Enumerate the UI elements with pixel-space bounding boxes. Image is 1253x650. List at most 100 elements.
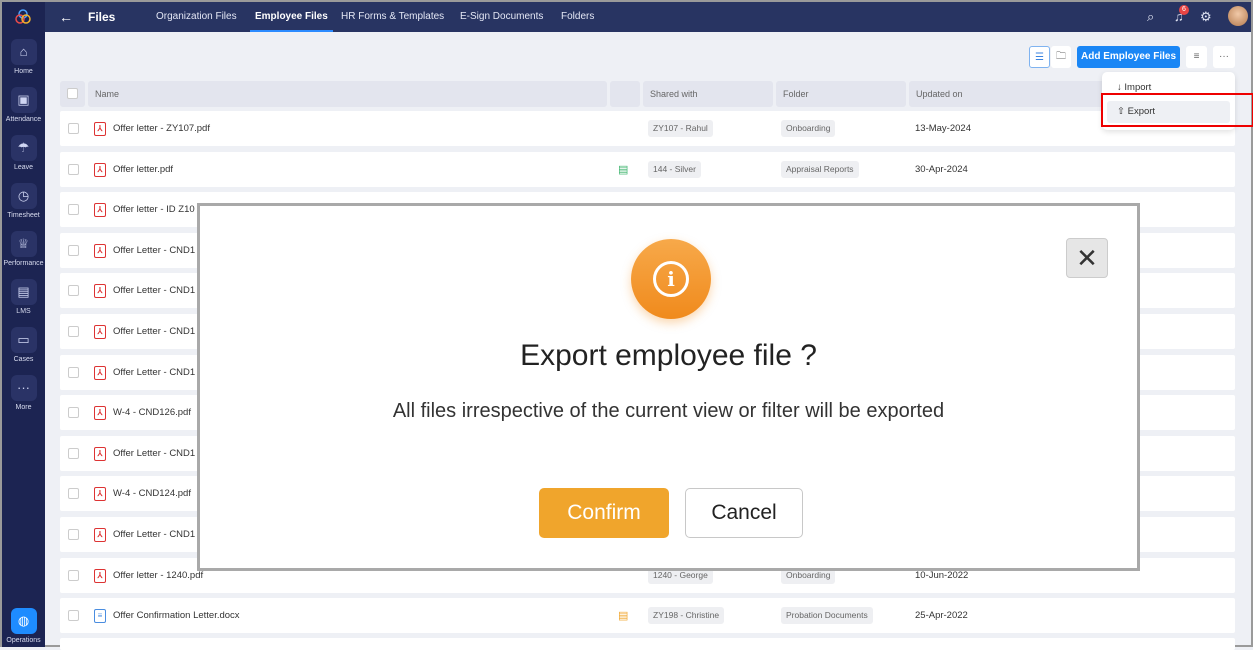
add-employee-files-button[interactable]: Add Employee Files: [1077, 46, 1180, 68]
file-name[interactable]: Offer Letter - CND1: [113, 245, 195, 256]
page-title: Files: [88, 10, 116, 24]
row-checkbox[interactable]: [68, 204, 79, 216]
sidebar-item-label: Home: [14, 68, 33, 75]
column-updated-on[interactable]: Updated on: [909, 81, 1109, 107]
close-button[interactable]: ✕: [1066, 238, 1108, 278]
folder-view-icon[interactable]: 🗀: [1051, 46, 1071, 68]
timesheet-icon: ◷: [10, 183, 37, 209]
tab-employee-files[interactable]: Employee Files: [250, 11, 333, 32]
doc-file-icon: ≡: [94, 609, 106, 624]
column-name[interactable]: Name: [88, 81, 607, 107]
pdf-file-icon: ⅄: [94, 568, 106, 583]
file-name[interactable]: Offer letter.pdf: [113, 164, 173, 175]
table-row[interactable]: ⅄ Offer letter.pdf ▤ 144 - Silver Appraisal…: [60, 151, 1235, 187]
signed-status-icon: ▤: [618, 163, 629, 176]
sidebar-item-more[interactable]: ··· More: [2, 375, 45, 411]
file-name[interactable]: Offer Letter - CND1: [113, 448, 195, 459]
file-name[interactable]: Offer Letter - CND1: [113, 285, 195, 296]
row-checkbox[interactable]: [68, 447, 79, 459]
top-bar: ← Files Organization Files Employee File…: [45, 2, 1251, 32]
row-checkbox[interactable]: [68, 610, 79, 622]
list-view-icon[interactable]: ☰: [1029, 46, 1050, 68]
tab-hr-forms[interactable]: HR Forms & Templates: [341, 11, 444, 22]
leave-icon: ☂: [10, 135, 37, 161]
pdf-file-icon: ⅄: [94, 122, 106, 136]
sidebar-item-performance[interactable]: ♕ Performance: [2, 231, 45, 267]
attendance-icon: ▣: [10, 87, 37, 113]
file-name[interactable]: Offer letter - 1240.pdf: [113, 570, 203, 581]
sidebar-item-timesheet[interactable]: ◷ Timesheet: [2, 183, 45, 219]
sidebar-item-operations[interactable]: ◍ Operations: [2, 608, 45, 644]
updated-date: 13-May-2024: [915, 123, 971, 134]
column-folder[interactable]: Folder: [776, 81, 906, 107]
pdf-file-icon: ⅄: [94, 528, 106, 542]
pdf-file-icon: ⅄: [94, 243, 106, 258]
shared-with-tag: 144 - Silver: [648, 160, 701, 178]
sidebar-item-cases[interactable]: ▭ Cases: [2, 327, 45, 363]
pdf-file-icon: ⅄: [94, 446, 106, 461]
sidebar-item-home[interactable]: ⌂ Home: [2, 39, 45, 75]
updated-date: 10-Jun-2022: [915, 569, 969, 581]
column-status: [610, 81, 640, 107]
pdf-file-icon: ⅄: [94, 284, 106, 299]
more-icon: ···: [10, 375, 37, 401]
row-checkbox[interactable]: [68, 366, 79, 378]
file-name[interactable]: Offer letter - ZY107.pdf: [113, 123, 210, 134]
row-checkbox[interactable]: [68, 569, 79, 581]
operations-icon: ◍: [10, 608, 37, 634]
column-shared-with[interactable]: Shared with: [643, 81, 773, 107]
shared-with-tag: ZY198 - Christine: [648, 607, 725, 625]
file-name[interactable]: Offer Letter - CND1: [113, 529, 195, 540]
performance-icon: ♕: [10, 231, 37, 257]
table-row[interactable]: ≡ Offer Confirmation Letter.docx ▤ ZY198 -…: [60, 598, 1235, 634]
pdf-file-icon: ⅄: [94, 406, 106, 421]
file-name[interactable]: W-4 - CND124.pdf: [113, 488, 191, 499]
tab-organization-files[interactable]: Organization Files: [156, 11, 237, 22]
row-checkbox[interactable]: [68, 163, 79, 175]
row-checkbox[interactable]: [68, 123, 79, 134]
sidebar-item-label: Leave: [13, 164, 34, 171]
confirm-button[interactable]: Confirm: [539, 488, 669, 538]
row-checkbox[interactable]: [68, 407, 79, 419]
sidebar-item-leave[interactable]: ☂ Leave: [2, 135, 45, 171]
file-name[interactable]: Offer Letter - CND1: [113, 367, 195, 378]
sidebar-item-label: More: [15, 404, 32, 411]
row-checkbox[interactable]: [68, 244, 79, 256]
row-checkbox[interactable]: [68, 285, 79, 297]
gear-icon[interactable]: ⚙: [1200, 9, 1212, 25]
tab-esign-documents[interactable]: E-Sign Documents: [460, 11, 543, 22]
file-name[interactable]: Offer Letter - CND1: [113, 326, 195, 337]
more-options-button[interactable]: ···: [1213, 46, 1235, 68]
back-arrow-icon[interactable]: ←: [59, 9, 73, 25]
tab-folders[interactable]: Folders: [561, 11, 594, 22]
file-name[interactable]: Offer letter - ID Z10: [113, 204, 195, 215]
folder-tag: Appraisal Reports: [781, 160, 859, 178]
dialog-message: All files irrespective of the current vi…: [392, 400, 945, 422]
info-icon: i: [631, 239, 711, 319]
folder-tag: Onboarding: [781, 120, 836, 137]
file-name[interactable]: Offer Confirmation Letter.docx: [113, 610, 240, 621]
sidebar-item-label: Operations: [6, 637, 41, 644]
shared-with-tag: ZY107 - Rahul: [648, 120, 713, 137]
avatar[interactable]: [1228, 6, 1248, 26]
file-name[interactable]: W-4 - CND126.pdf: [113, 407, 191, 418]
filter-icon[interactable]: ≡: [1186, 46, 1207, 68]
sidebar: ⌂ Home ▣ Attendance ☂ Leave ◷ Timesheet ♕ Perform…: [2, 2, 45, 647]
table-row[interactable]: ⅄ Offer letter - ZY107.pdf ZY107 - Rahul O…: [60, 111, 1235, 146]
app-logo-icon: [15, 9, 31, 24]
search-icon[interactable]: ⌕: [1147, 9, 1154, 25]
pdf-file-icon: ⅄: [94, 162, 106, 177]
row-checkbox[interactable]: [68, 488, 79, 500]
cases-icon: ▭: [10, 327, 37, 353]
sidebar-item-label: Cases: [13, 356, 34, 363]
sidebar-item-lms[interactable]: ▤ LMS: [2, 279, 45, 315]
select-all-checkbox[interactable]: [67, 88, 78, 99]
row-checkbox[interactable]: [68, 326, 79, 337]
row-checkbox[interactable]: [68, 529, 79, 540]
pdf-file-icon: ⅄: [94, 325, 106, 339]
folder-tag: Probation Documents: [781, 607, 873, 625]
sidebar-item-label: Attendance: [5, 116, 42, 123]
sidebar-item-attendance[interactable]: ▣ Attendance: [2, 87, 45, 123]
cancel-button[interactable]: Cancel: [685, 488, 803, 538]
lms-icon: ▤: [10, 279, 37, 305]
